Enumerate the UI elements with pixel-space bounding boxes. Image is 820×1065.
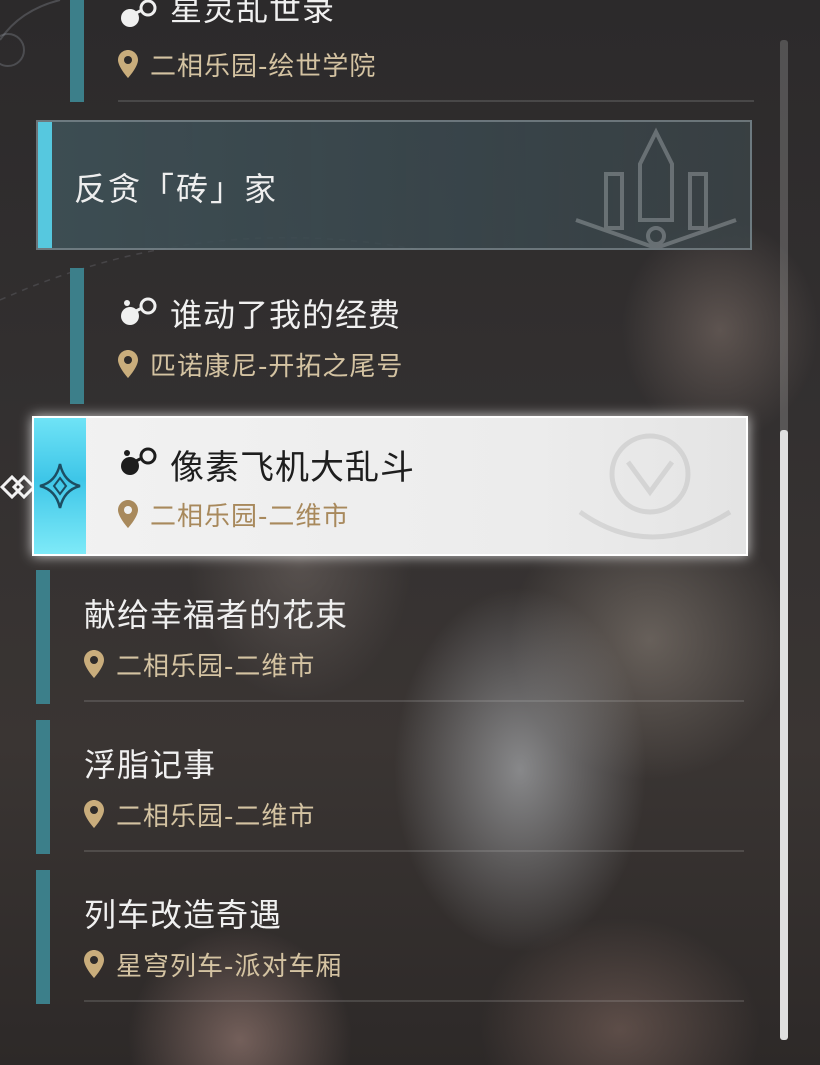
quest-title: 谁动了我的经费 bbox=[170, 296, 402, 334]
molecule-icon bbox=[121, 447, 157, 475]
quest-accent-bar bbox=[36, 870, 50, 1004]
quest-accent-bar bbox=[36, 570, 50, 704]
quest-title: 像素飞机大乱斗 bbox=[170, 448, 415, 488]
faction-emblem-icon bbox=[575, 127, 737, 248]
quest-accent-bar bbox=[70, 0, 84, 102]
map-pin-icon bbox=[84, 950, 104, 978]
quest-location: 二相乐园-绘世学院 bbox=[150, 52, 377, 82]
section-title: 反贪「砖」家 bbox=[74, 170, 279, 208]
quest-title: 星灵乱世录 bbox=[170, 0, 336, 28]
scrollbar-thumb[interactable] bbox=[780, 430, 788, 1040]
map-pin-icon bbox=[118, 500, 138, 528]
quest-accent-bar bbox=[36, 720, 50, 854]
quest-location: 二相乐园-二维市 bbox=[116, 802, 316, 832]
quest-location: 二相乐园-二维市 bbox=[150, 502, 350, 532]
map-pin-icon bbox=[84, 800, 104, 828]
quest-section-header[interactable]: 反贪「砖」家 bbox=[36, 120, 752, 250]
quest-item[interactable]: 献给幸福者的花束 二相乐园-二维市 bbox=[0, 570, 760, 706]
molecule-icon bbox=[121, 297, 157, 325]
quest-divider bbox=[84, 850, 744, 852]
selected-accent-panel bbox=[34, 418, 86, 554]
quest-accent-bar bbox=[70, 268, 84, 404]
quest-item[interactable]: 谁动了我的经费 匹诺康尼-开拓之尾号 bbox=[0, 268, 760, 408]
quest-item[interactable]: 列车改造奇遇 星穹列车-派对车厢 bbox=[0, 870, 760, 1006]
quest-location: 星穹列车-派对车厢 bbox=[116, 952, 343, 982]
diamond-arrow-icon bbox=[0, 474, 34, 500]
quest-title: 献给幸福者的花束 bbox=[84, 596, 349, 634]
quest-title: 浮脂记事 bbox=[84, 746, 217, 784]
sparkle-icon bbox=[39, 463, 81, 509]
quest-location: 二相乐园-二维市 bbox=[116, 652, 316, 682]
quest-divider bbox=[84, 700, 744, 702]
faction-emblem-icon bbox=[578, 433, 732, 540]
quest-location: 匹诺康尼-开拓之尾号 bbox=[150, 352, 404, 382]
quest-item[interactable]: 浮脂记事 二相乐园-二维市 bbox=[0, 720, 760, 856]
quest-item-selected[interactable]: 像素飞机大乱斗 二相乐园-二维市 bbox=[32, 416, 748, 556]
map-pin-icon bbox=[84, 650, 104, 678]
quest-divider bbox=[84, 1000, 744, 1002]
quest-divider bbox=[118, 100, 754, 102]
quest-item-partial[interactable]: 星灵乱世录 二相乐园-绘世学院 bbox=[0, 0, 760, 110]
map-pin-icon bbox=[118, 50, 138, 78]
quest-title: 列车改造奇遇 bbox=[84, 896, 283, 934]
molecule-icon bbox=[121, 0, 157, 27]
map-pin-icon bbox=[118, 350, 138, 378]
section-accent-bar bbox=[38, 122, 52, 248]
